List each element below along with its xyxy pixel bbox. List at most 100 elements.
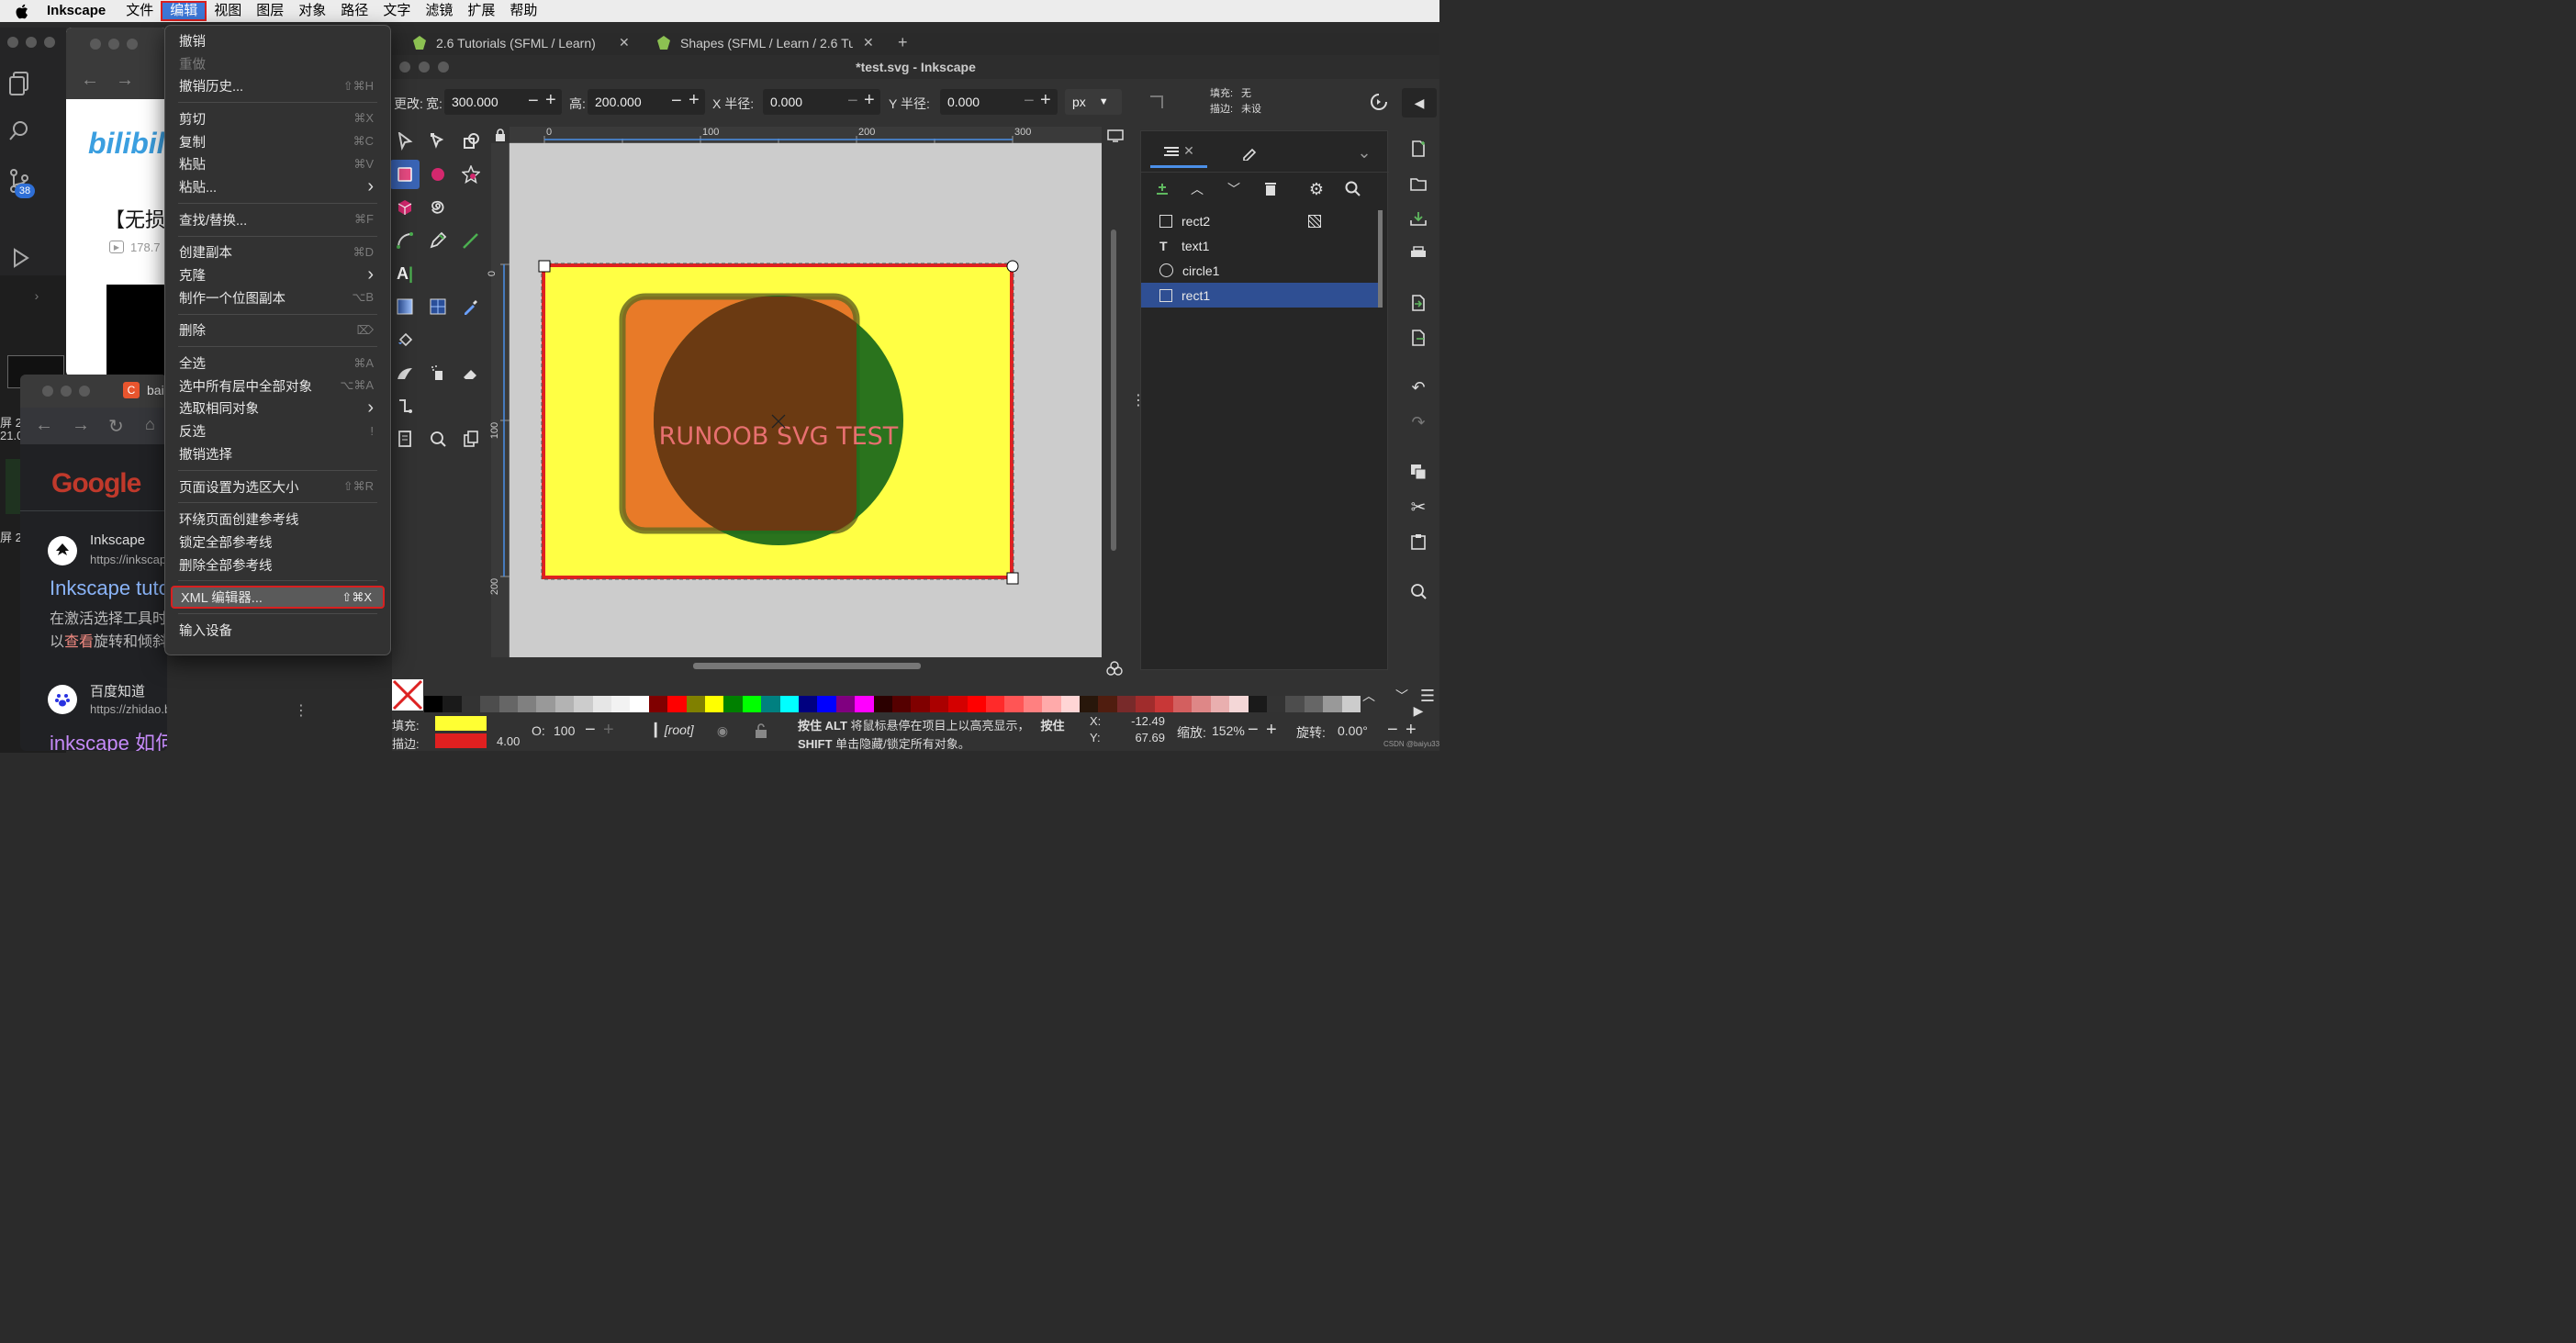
forward-icon[interactable]: → <box>72 415 90 436</box>
tweak-brush-tool-icon[interactable] <box>390 358 420 387</box>
home-icon[interactable]: ⌂ <box>145 415 155 434</box>
palette-swatch[interactable] <box>592 696 612 712</box>
connector-tool-icon[interactable] <box>390 391 420 420</box>
menu-item[interactable]: 复制 ⌘C <box>165 130 390 153</box>
import-icon[interactable] <box>1406 290 1431 316</box>
status-stroke-swatch[interactable] <box>435 733 487 748</box>
menu-item[interactable]: 克隆 › <box>165 263 390 286</box>
palette-swatch[interactable] <box>799 696 818 712</box>
menu-item[interactable]: 删除全部参考线 <box>165 554 390 576</box>
add-layer-icon[interactable] <box>1150 177 1174 201</box>
open-folder-icon[interactable] <box>1406 171 1431 196</box>
palette-swatch[interactable] <box>1192 696 1212 712</box>
spray-tool-icon[interactable] <box>423 358 453 387</box>
menu-edit[interactable]: 编辑 <box>161 1 207 21</box>
browser-tab-label[interactable]: bai <box>147 383 164 397</box>
palette-swatch[interactable] <box>667 696 688 712</box>
vertical-scrollbar[interactable] <box>1111 229 1116 551</box>
unit-select[interactable]: px ▼ <box>1065 89 1122 115</box>
search-icon[interactable] <box>6 118 33 145</box>
export-icon[interactable] <box>1406 325 1431 351</box>
selector-tool-icon[interactable] <box>390 127 420 156</box>
result2-title[interactable]: 百度知道 <box>90 681 145 700</box>
handle-top-right[interactable] <box>1006 260 1019 273</box>
no-paint-swatch[interactable] <box>392 679 423 711</box>
plus-icon[interactable]: + <box>1040 90 1051 111</box>
trash-icon[interactable] <box>1259 177 1282 201</box>
menu-item[interactable]: 反选! <box>165 420 390 442</box>
apple-icon[interactable] <box>0 1 39 21</box>
close-tab-icon[interactable]: ✕ <box>619 35 630 50</box>
copy-icon[interactable] <box>1406 459 1431 485</box>
palette-swatch[interactable] <box>705 696 724 712</box>
palette-swatch[interactable] <box>948 696 969 712</box>
palette-swatch[interactable] <box>1080 696 1099 712</box>
minus-icon[interactable]: − <box>671 91 682 112</box>
menu-item[interactable]: 锁定全部参考线 <box>165 531 390 554</box>
reload-icon[interactable]: ↻ <box>108 415 124 438</box>
palette-swatch[interactable] <box>1267 696 1286 712</box>
menu-item[interactable]: 创建副本 ⌘D <box>165 241 390 264</box>
bezier-tool-icon[interactable] <box>390 226 420 255</box>
new-tab-icon[interactable]: + <box>898 33 908 52</box>
palette-swatch[interactable] <box>424 696 443 712</box>
eye-icon[interactable]: ◉ <box>713 722 732 740</box>
spiral-tool-icon[interactable] <box>423 193 453 222</box>
print-icon[interactable] <box>1406 241 1431 266</box>
gear-icon[interactable]: ⚙ <box>1305 177 1328 201</box>
rotate-value[interactable]: 0.00° <box>1338 723 1368 738</box>
palette-swatch[interactable] <box>986 696 1005 712</box>
palette-swatch[interactable] <box>518 696 537 712</box>
search-icon[interactable] <box>1341 177 1365 201</box>
menu-item[interactable]: 环绕页面创建参考线 <box>165 508 390 531</box>
menu-text[interactable]: 文字 <box>375 1 418 21</box>
save-icon[interactable] <box>1406 206 1431 231</box>
minus-icon[interactable]: − <box>585 720 596 741</box>
palette-swatch[interactable] <box>1323 696 1343 712</box>
palette-swatch[interactable] <box>873 696 893 712</box>
status-fill-swatch[interactable] <box>435 716 487 731</box>
palette-swatch[interactable] <box>1004 696 1025 712</box>
forward-icon[interactable]: → <box>116 70 134 91</box>
menu-extensions[interactable]: 扩展 <box>460 1 502 21</box>
menu-item[interactable]: 全选 ⌘A <box>165 352 390 375</box>
palette-swatch[interactable] <box>1154 696 1174 712</box>
palette-swatch[interactable] <box>442 696 463 712</box>
eraser-tool-icon[interactable] <box>456 358 486 387</box>
color-manage-icon[interactable] <box>1104 658 1125 678</box>
horizontal-scrollbar[interactable] <box>693 663 921 669</box>
chevron-right-icon[interactable]: › <box>28 286 46 305</box>
back-icon[interactable]: ← <box>35 415 53 436</box>
star-tool-icon[interactable] <box>456 160 486 189</box>
menu-item[interactable]: 查找/替换... ⌘F <box>165 208 390 231</box>
plus-icon[interactable]: + <box>603 720 614 741</box>
gradient-tool-icon[interactable] <box>390 292 420 321</box>
palette-swatch[interactable] <box>1304 696 1324 712</box>
text-tool-icon[interactable]: A | <box>390 259 420 288</box>
minus-icon[interactable]: − <box>1024 91 1035 112</box>
menu-item[interactable]: 选中所有层中全部对象 ⌥⌘A <box>165 375 390 397</box>
height-field[interactable]: 200.000 <box>588 89 705 115</box>
clip-indicator-icon[interactable] <box>1308 214 1321 228</box>
menu-icon[interactable]: ☰ <box>1417 685 1439 707</box>
result2-heading[interactable]: inkscape 如何查看代码 <box>50 727 167 751</box>
3d-box-tool-icon[interactable] <box>390 193 420 222</box>
palette-swatch[interactable] <box>911 696 931 712</box>
new-document-icon[interactable] <box>1406 136 1431 162</box>
palette-swatch[interactable] <box>1023 696 1043 712</box>
rx-field[interactable]: 0.000 <box>763 89 880 115</box>
menu-item[interactable]: 输入设备 <box>165 619 390 642</box>
palette-swatch[interactable] <box>1042 696 1062 712</box>
palette-swatch[interactable] <box>723 696 744 712</box>
palette-swatch[interactable] <box>817 696 837 712</box>
handle-top-left[interactable] <box>538 260 551 273</box>
palette-swatch[interactable] <box>1116 696 1137 712</box>
palette-swatch[interactable] <box>929 696 949 712</box>
palette-swatch[interactable] <box>480 696 500 712</box>
plus-icon[interactable]: + <box>864 90 875 111</box>
palette-swatch[interactable] <box>1136 696 1156 712</box>
chevron-up-icon[interactable]: ︿ <box>1358 685 1380 707</box>
menu-item[interactable]: 撤销 <box>165 29 390 52</box>
palette-swatch[interactable] <box>611 696 631 712</box>
palette-swatch[interactable] <box>967 696 987 712</box>
